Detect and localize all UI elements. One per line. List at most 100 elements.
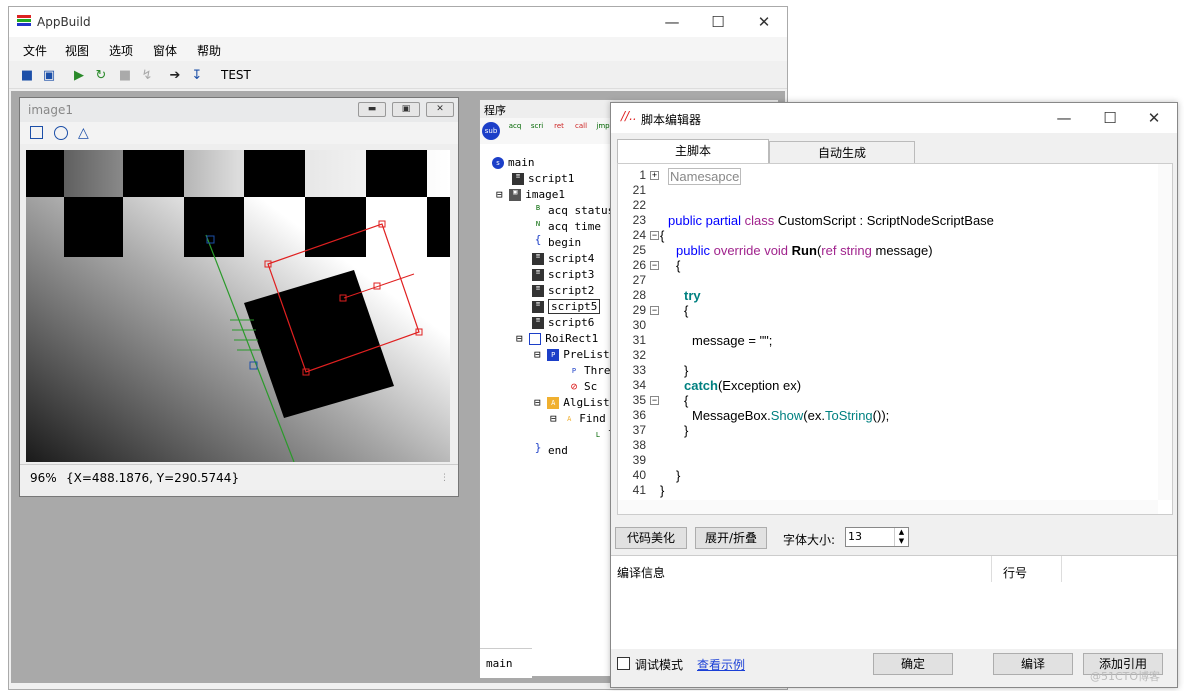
lightning-icon[interactable]: ↯: [139, 68, 155, 84]
tree-node[interactable]: {begin: [532, 234, 581, 249]
pre-icon: P: [571, 367, 577, 375]
end-icon: }: [534, 441, 542, 454]
tree-node[interactable]: Nacq time: [532, 220, 601, 233]
roi-icon: [529, 333, 542, 345]
tree-node[interactable]: ≡ script2: [532, 284, 594, 297]
child-close-button[interactable]: ✕: [426, 102, 454, 117]
resize-grip-icon[interactable]: ⋮: [440, 473, 449, 483]
menu-help[interactable]: 帮助: [197, 42, 221, 59]
code-horizontal-scrollbar[interactable]: [618, 500, 1158, 514]
close-button[interactable]: ✕: [741, 7, 787, 37]
fold-toggle[interactable]: −: [650, 261, 659, 270]
image-statusbar: 96% {X=488.1876, Y=290.5744} ⋮: [20, 464, 458, 490]
image-window: image1 ▬ ▣ ✕ △ 96% {X=488.1876, Y=290.57…: [19, 97, 459, 497]
tree-node[interactable]: ≡ script6: [532, 316, 594, 329]
font-size-value[interactable]: 13: [848, 530, 862, 543]
menu-file[interactable]: 文件: [23, 42, 47, 59]
tree-node-selected[interactable]: ≡ script5: [532, 299, 601, 314]
fold-toggle[interactable]: +: [650, 171, 659, 180]
image-tools: △: [20, 122, 458, 144]
app-title: AppBuild: [37, 15, 91, 29]
tab-auto-generated[interactable]: 自动生成: [769, 141, 915, 163]
toolbar: ■ ▣ ▶ ↻ ■ ↯ ➔ ↧ TEST: [9, 63, 787, 89]
return-node-icon[interactable]: ret: [550, 122, 568, 140]
tree-node[interactable]: ⊟ ▣ image1: [496, 188, 565, 201]
ok-button[interactable]: 确定: [873, 653, 953, 675]
call-node-icon[interactable]: call: [572, 122, 590, 140]
bool-var-icon: B: [535, 204, 541, 212]
alg-icon: A: [567, 415, 572, 423]
step-over-icon[interactable]: ➔: [167, 68, 183, 84]
tree-node[interactable]: ⊟ A AlgList: [534, 396, 610, 409]
tab-main-script[interactable]: 主脚本: [617, 139, 769, 163]
editor-title: 脚本编辑器: [641, 113, 702, 127]
stop-icon[interactable]: ■: [117, 68, 133, 84]
tree-node[interactable]: s main: [492, 156, 535, 169]
code-line: 38: [632, 438, 646, 452]
run-icon[interactable]: ▶: [71, 68, 87, 84]
editor-minimize-button[interactable]: —: [1041, 103, 1087, 133]
code-line: 22: [632, 198, 646, 212]
toolbar-test-label[interactable]: TEST: [221, 68, 251, 82]
refresh-icon[interactable]: ↻: [93, 68, 109, 84]
tree-node[interactable]: P Thre: [568, 364, 611, 377]
rect-roi-icon[interactable]: [30, 126, 43, 139]
child-minimize-button[interactable]: ▬: [358, 102, 386, 117]
fold-toggle[interactable]: −: [650, 306, 659, 315]
program-panel-title: 程序: [484, 104, 506, 117]
acq-node-icon[interactable]: acq: [506, 122, 524, 140]
tree-node[interactable]: ⊘ Sc: [568, 380, 598, 393]
tree-node[interactable]: } end: [532, 441, 568, 457]
sub-node-icon[interactable]: sub: [482, 122, 500, 140]
tree-node[interactable]: ⊟ P PreList: [534, 348, 610, 361]
font-size-stepper[interactable]: 13 ▲ ▼: [845, 527, 909, 547]
beautify-code-button[interactable]: 代码美化: [615, 527, 687, 549]
step-into-icon[interactable]: ↧: [189, 68, 205, 84]
editor-maximize-button[interactable]: ☐: [1087, 103, 1133, 133]
circle-roi-icon[interactable]: [54, 126, 68, 140]
minimize-button[interactable]: —: [649, 7, 695, 37]
image-canvas[interactable]: [26, 150, 450, 462]
maximize-button[interactable]: ☐: [695, 7, 741, 37]
view-example-link[interactable]: 查看示例: [697, 656, 745, 673]
polygon-roi-icon[interactable]: △: [78, 125, 89, 141]
stepper-arrows-icon[interactable]: ▲ ▼: [894, 528, 908, 546]
tree-node[interactable]: ⊟ RoiRect1: [516, 332, 598, 345]
save-all-icon[interactable]: ▣: [41, 68, 57, 84]
compile-info-panel: 编译信息 行号: [611, 555, 1177, 649]
script-icon: ≡: [532, 317, 544, 329]
compile-button[interactable]: 编译: [993, 653, 1073, 675]
tree-node[interactable]: ≡ script1: [512, 172, 574, 185]
child-maximize-button[interactable]: ▣: [392, 102, 420, 117]
menu-view[interactable]: 视图: [65, 42, 89, 59]
tree-node[interactable]: ⊟ A Find: [550, 412, 606, 425]
font-size-label: 字体大小:: [783, 533, 836, 547]
expand-collapse-button[interactable]: 展开/折叠: [695, 527, 767, 549]
main-titlebar: AppBuild — ☐ ✕: [9, 7, 787, 37]
sub-icon: s: [492, 157, 504, 169]
editor-close-button[interactable]: ✕: [1131, 103, 1177, 133]
code-editor[interactable]: 1 + Namesapce 21 22 23 public partial class…: [617, 163, 1173, 515]
debug-mode-checkbox[interactable]: [617, 657, 630, 670]
tree-node[interactable]: ≡ script3: [532, 268, 594, 281]
menu-options[interactable]: 选项: [109, 42, 133, 59]
tree-node[interactable]: ≡ script4: [532, 252, 594, 265]
code-line: 40}: [632, 468, 681, 483]
code-vertical-scrollbar[interactable]: [1158, 164, 1172, 500]
tree-node[interactable]: Bacq status: [532, 204, 614, 217]
fold-toggle[interactable]: −: [650, 396, 659, 405]
code-line: 27: [632, 273, 646, 287]
fold-toggle[interactable]: −: [650, 231, 659, 240]
line-number-header: 行号: [1003, 566, 1028, 580]
debug-mode-label[interactable]: 调试模式: [635, 656, 683, 673]
zoom-level: 96%: [30, 471, 57, 485]
image-display[interactable]: [26, 150, 450, 462]
disabled-icon: ⊘: [570, 380, 578, 393]
script-icon: ≡: [532, 285, 544, 297]
save-icon[interactable]: ■: [19, 68, 35, 84]
code-line: 39: [632, 453, 646, 467]
program-tab-main[interactable]: main: [480, 648, 532, 678]
number-var-icon: N: [535, 220, 541, 228]
script-node-icon[interactable]: scri: [528, 122, 546, 140]
menu-window[interactable]: 窗体: [153, 42, 177, 59]
